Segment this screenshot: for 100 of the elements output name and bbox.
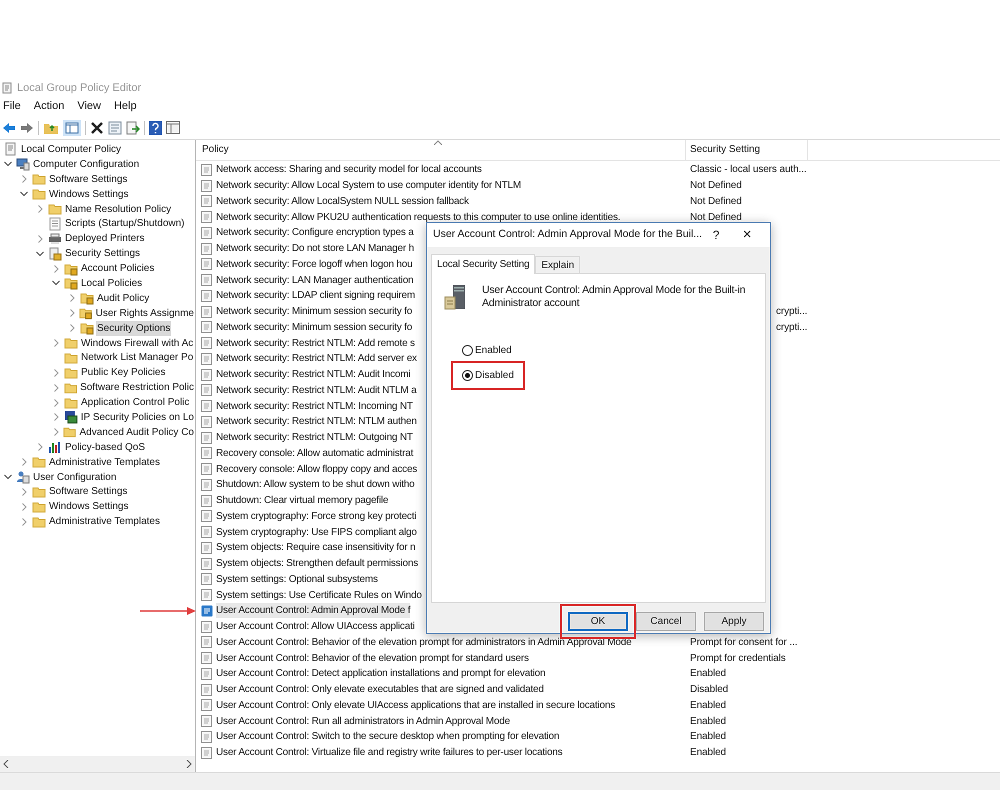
expanded-chevron-icon[interactable] (36, 250, 44, 258)
expanded-chevron-icon[interactable] (52, 279, 60, 288)
policy-name[interactable]: Network security: LAN Manager authentication (216, 272, 414, 288)
collapsed-chevron-icon[interactable] (20, 488, 28, 496)
collapsed-chevron-icon[interactable] (20, 458, 28, 466)
tree-item[interactable]: IP Security Policies on Lo (80, 410, 195, 425)
policy-name[interactable]: System objects: Strengthen default permissions (216, 556, 418, 572)
back-icon[interactable] (2, 122, 16, 134)
collapsed-chevron-icon[interactable] (36, 205, 44, 213)
policy-name[interactable]: Network security: Restrict NTLM: NTLM authen (216, 414, 417, 430)
tree-item[interactable]: Software Settings (48, 484, 128, 500)
policy-name[interactable]: User Account Control: Run all administrators in Admin Approval Mode (216, 714, 510, 729)
dialog-button[interactable]: Apply (704, 612, 764, 631)
collapsed-chevron-icon[interactable] (52, 339, 60, 348)
expanded-chevron-icon[interactable] (4, 160, 12, 168)
tree-item[interactable]: Policy-based QoS (64, 440, 146, 455)
collapsed-chevron-icon[interactable] (52, 384, 60, 392)
tree-item[interactable]: Application Control Polic (80, 395, 190, 410)
dialog-button[interactable]: OK (568, 612, 628, 631)
policy-name[interactable]: User Account Control: Only elevate UIAccess applications that are installed in secure locations (216, 698, 615, 713)
tab[interactable]: Explain (535, 256, 580, 273)
tab[interactable]: Local Security Setting (431, 254, 536, 274)
radio-option[interactable]: Disabled (459, 365, 517, 386)
tree-item[interactable]: Windows Firewall with Ac (80, 336, 194, 351)
policy-name[interactable]: Recovery console: Allow floppy copy and acces (216, 462, 418, 477)
close-button[interactable]: × (730, 224, 764, 246)
menu-item[interactable]: View (77, 98, 101, 114)
collapsed-chevron-icon[interactable] (20, 518, 28, 526)
tree-item[interactable]: Local Computer Policy (20, 142, 122, 157)
tree-item[interactable]: Security Settings (64, 246, 142, 262)
expanded-chevron-icon[interactable] (20, 190, 28, 198)
tree-item[interactable]: Advanced Audit Policy Co (78, 424, 195, 440)
policy-name[interactable]: Network security: Allow Local System to use computer identity for NTLM (216, 178, 522, 194)
scroll-right-icon[interactable] (186, 760, 192, 768)
policy-name[interactable]: Shutdown: Clear virtual memory pagefile (216, 493, 388, 508)
tree-item[interactable]: Public Key Policies (80, 365, 166, 380)
policy-name[interactable]: Network security: Restrict NTLM: Audit Incomi (216, 367, 410, 382)
radio-button[interactable] (462, 345, 473, 356)
view-icon[interactable] (166, 121, 180, 134)
tree-item[interactable]: Software Restriction Polic (79, 380, 195, 396)
scroll-left-icon[interactable] (3, 760, 9, 768)
collapsed-chevron-icon[interactable] (52, 368, 60, 377)
tree-item[interactable]: User Configuration (32, 470, 118, 485)
horizontal-scrollbar[interactable] (0, 756, 195, 772)
collapsed-chevron-icon[interactable] (52, 413, 60, 422)
policy-name[interactable]: Network security: LDAP client signing requirem (216, 288, 416, 304)
column-header[interactable]: Policy (202, 142, 229, 157)
policy-name[interactable]: Network security: Force logoff when logon hou (216, 256, 412, 272)
collapsed-chevron-icon[interactable] (20, 175, 28, 184)
policy-name[interactable]: Network security: Minimum session security fo (216, 320, 412, 335)
tree-item[interactable]: Audit Policy (96, 290, 150, 306)
policy-name[interactable]: Network security: Restrict NTLM: Outgoing NT (216, 430, 413, 446)
tree-item[interactable]: Security Options (96, 320, 172, 336)
help-icon[interactable] (149, 120, 162, 134)
policy-name[interactable]: System settings: Optional subsystems (216, 572, 378, 587)
tree-item[interactable]: Account Policies (80, 261, 156, 276)
policy-name[interactable]: Network security: Do not store LAN Manager h (216, 241, 414, 256)
policy-name[interactable]: User Account Control: Behavior of the elevation prompt for standard users (216, 650, 529, 666)
collapsed-chevron-icon[interactable] (20, 502, 28, 511)
policy-name[interactable]: System objects: Require case insensitivity for n (216, 540, 416, 556)
policy-name[interactable]: Network security: Restrict NTLM: Add remote s (216, 336, 415, 351)
tree-item[interactable]: Network List Manager Po (80, 350, 194, 366)
tree-item[interactable]: Administrative Templates (48, 454, 161, 470)
policy-name[interactable]: Network security: Restrict NTLM: Incoming NT (216, 398, 413, 414)
policy-name[interactable]: Network security: Restrict NTLM: Audit NTLM a (216, 382, 416, 398)
export-icon[interactable] (126, 120, 140, 134)
menu-item[interactable]: Action (34, 98, 64, 114)
policy-name[interactable]: User Account Control: Detect application installations and prompt for elevation (216, 666, 546, 682)
policy-name[interactable]: System cryptography: Force strong key protecti (216, 508, 416, 524)
forward-icon[interactable] (20, 122, 34, 134)
tree-item[interactable]: Name Resolution Policy (64, 202, 172, 217)
tree-item[interactable]: Deployed Printers (64, 231, 146, 246)
tree-item[interactable]: Windows Settings (48, 499, 130, 514)
tree-toggle-icon[interactable] (63, 120, 81, 136)
policy-name[interactable]: User Account Control: Only elevate executables that are signed and validated (216, 682, 544, 698)
policy-name[interactable]: System settings: Use Certificate Rules on Windo (216, 588, 422, 603)
policy-name[interactable]: Network security: Configure encryption types a (216, 225, 414, 240)
expanded-chevron-icon[interactable] (4, 473, 12, 482)
collapsed-chevron-icon[interactable] (52, 428, 60, 436)
collapsed-chevron-icon[interactable] (68, 309, 76, 318)
policy-name[interactable]: Network security: Restrict NTLM: Add server ex (216, 351, 417, 366)
delete-icon[interactable] (90, 120, 104, 134)
policy-name[interactable]: Network security: Minimum session security fo (216, 304, 412, 320)
tree-item[interactable]: User Rights Assignme (94, 306, 195, 321)
menu-item[interactable]: File (3, 98, 21, 114)
dialog-button[interactable]: Cancel (636, 612, 696, 631)
collapsed-chevron-icon[interactable] (36, 234, 44, 243)
collapsed-chevron-icon[interactable] (68, 324, 76, 332)
radio-option[interactable]: Enabled (459, 340, 515, 361)
policy-name[interactable]: Network security: Allow PKU2U authentication requests to this computer to use online identities. (216, 210, 620, 225)
tree-item[interactable]: Windows Settings (48, 186, 130, 202)
radio-button[interactable] (462, 370, 473, 381)
column-header[interactable]: Security Setting (690, 142, 760, 157)
collapsed-chevron-icon[interactable] (68, 294, 76, 302)
menu-item[interactable]: Help (114, 98, 137, 114)
tree-item[interactable]: Administrative Templates (48, 514, 161, 530)
policy-name[interactable]: Shutdown: Allow system to be shut down witho (216, 477, 415, 492)
policy-name[interactable]: User Account Control: Virtualize file and registry write failures to per-user locations (216, 745, 562, 760)
collapsed-chevron-icon[interactable] (36, 443, 44, 452)
collapsed-chevron-icon[interactable] (52, 264, 60, 273)
